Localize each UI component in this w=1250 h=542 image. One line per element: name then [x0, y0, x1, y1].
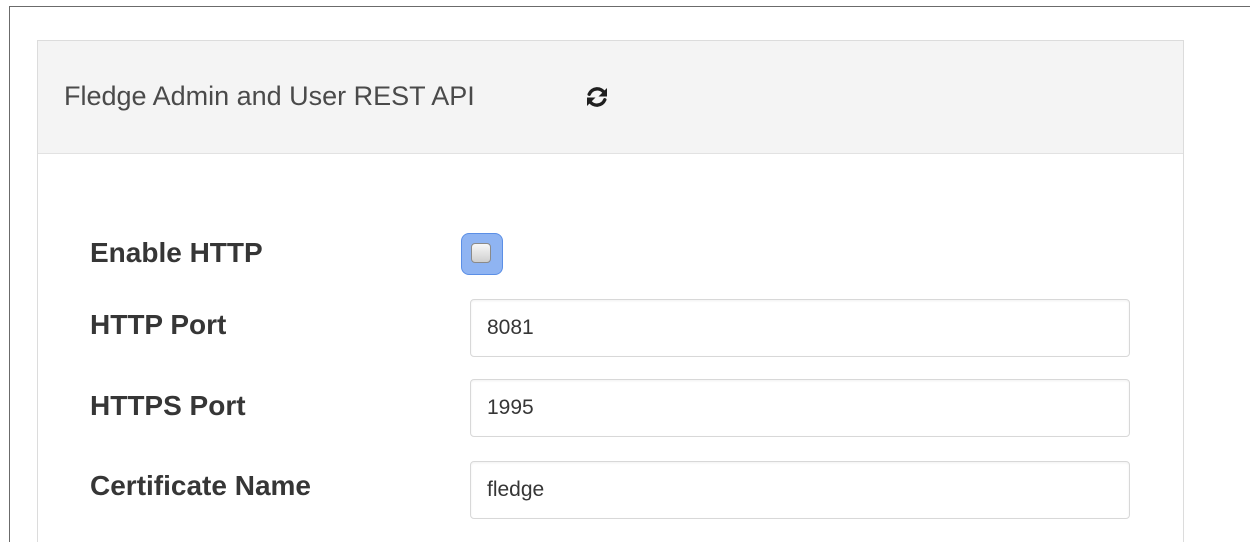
- frame-edge: [1239, 6, 1250, 7]
- certificate-name-label: Certificate Name: [90, 470, 311, 501]
- http-port-label: HTTP Port: [90, 309, 227, 340]
- settings-panel: Fledge Admin and User REST API Enable HT…: [37, 40, 1184, 542]
- panel-header: Fledge Admin and User REST API: [38, 41, 1183, 154]
- checkbox-box: [471, 243, 491, 263]
- panel-title: Fledge Admin and User REST API: [64, 81, 475, 111]
- http-port-input[interactable]: [470, 299, 1130, 357]
- certificate-name-input[interactable]: [470, 461, 1130, 519]
- https-port-label: HTTPS Port: [90, 390, 246, 421]
- enable-http-checkbox[interactable]: [462, 234, 502, 274]
- enable-http-label: Enable HTTP: [90, 237, 263, 268]
- refresh-icon[interactable]: [584, 84, 610, 110]
- https-port-input[interactable]: [470, 379, 1130, 437]
